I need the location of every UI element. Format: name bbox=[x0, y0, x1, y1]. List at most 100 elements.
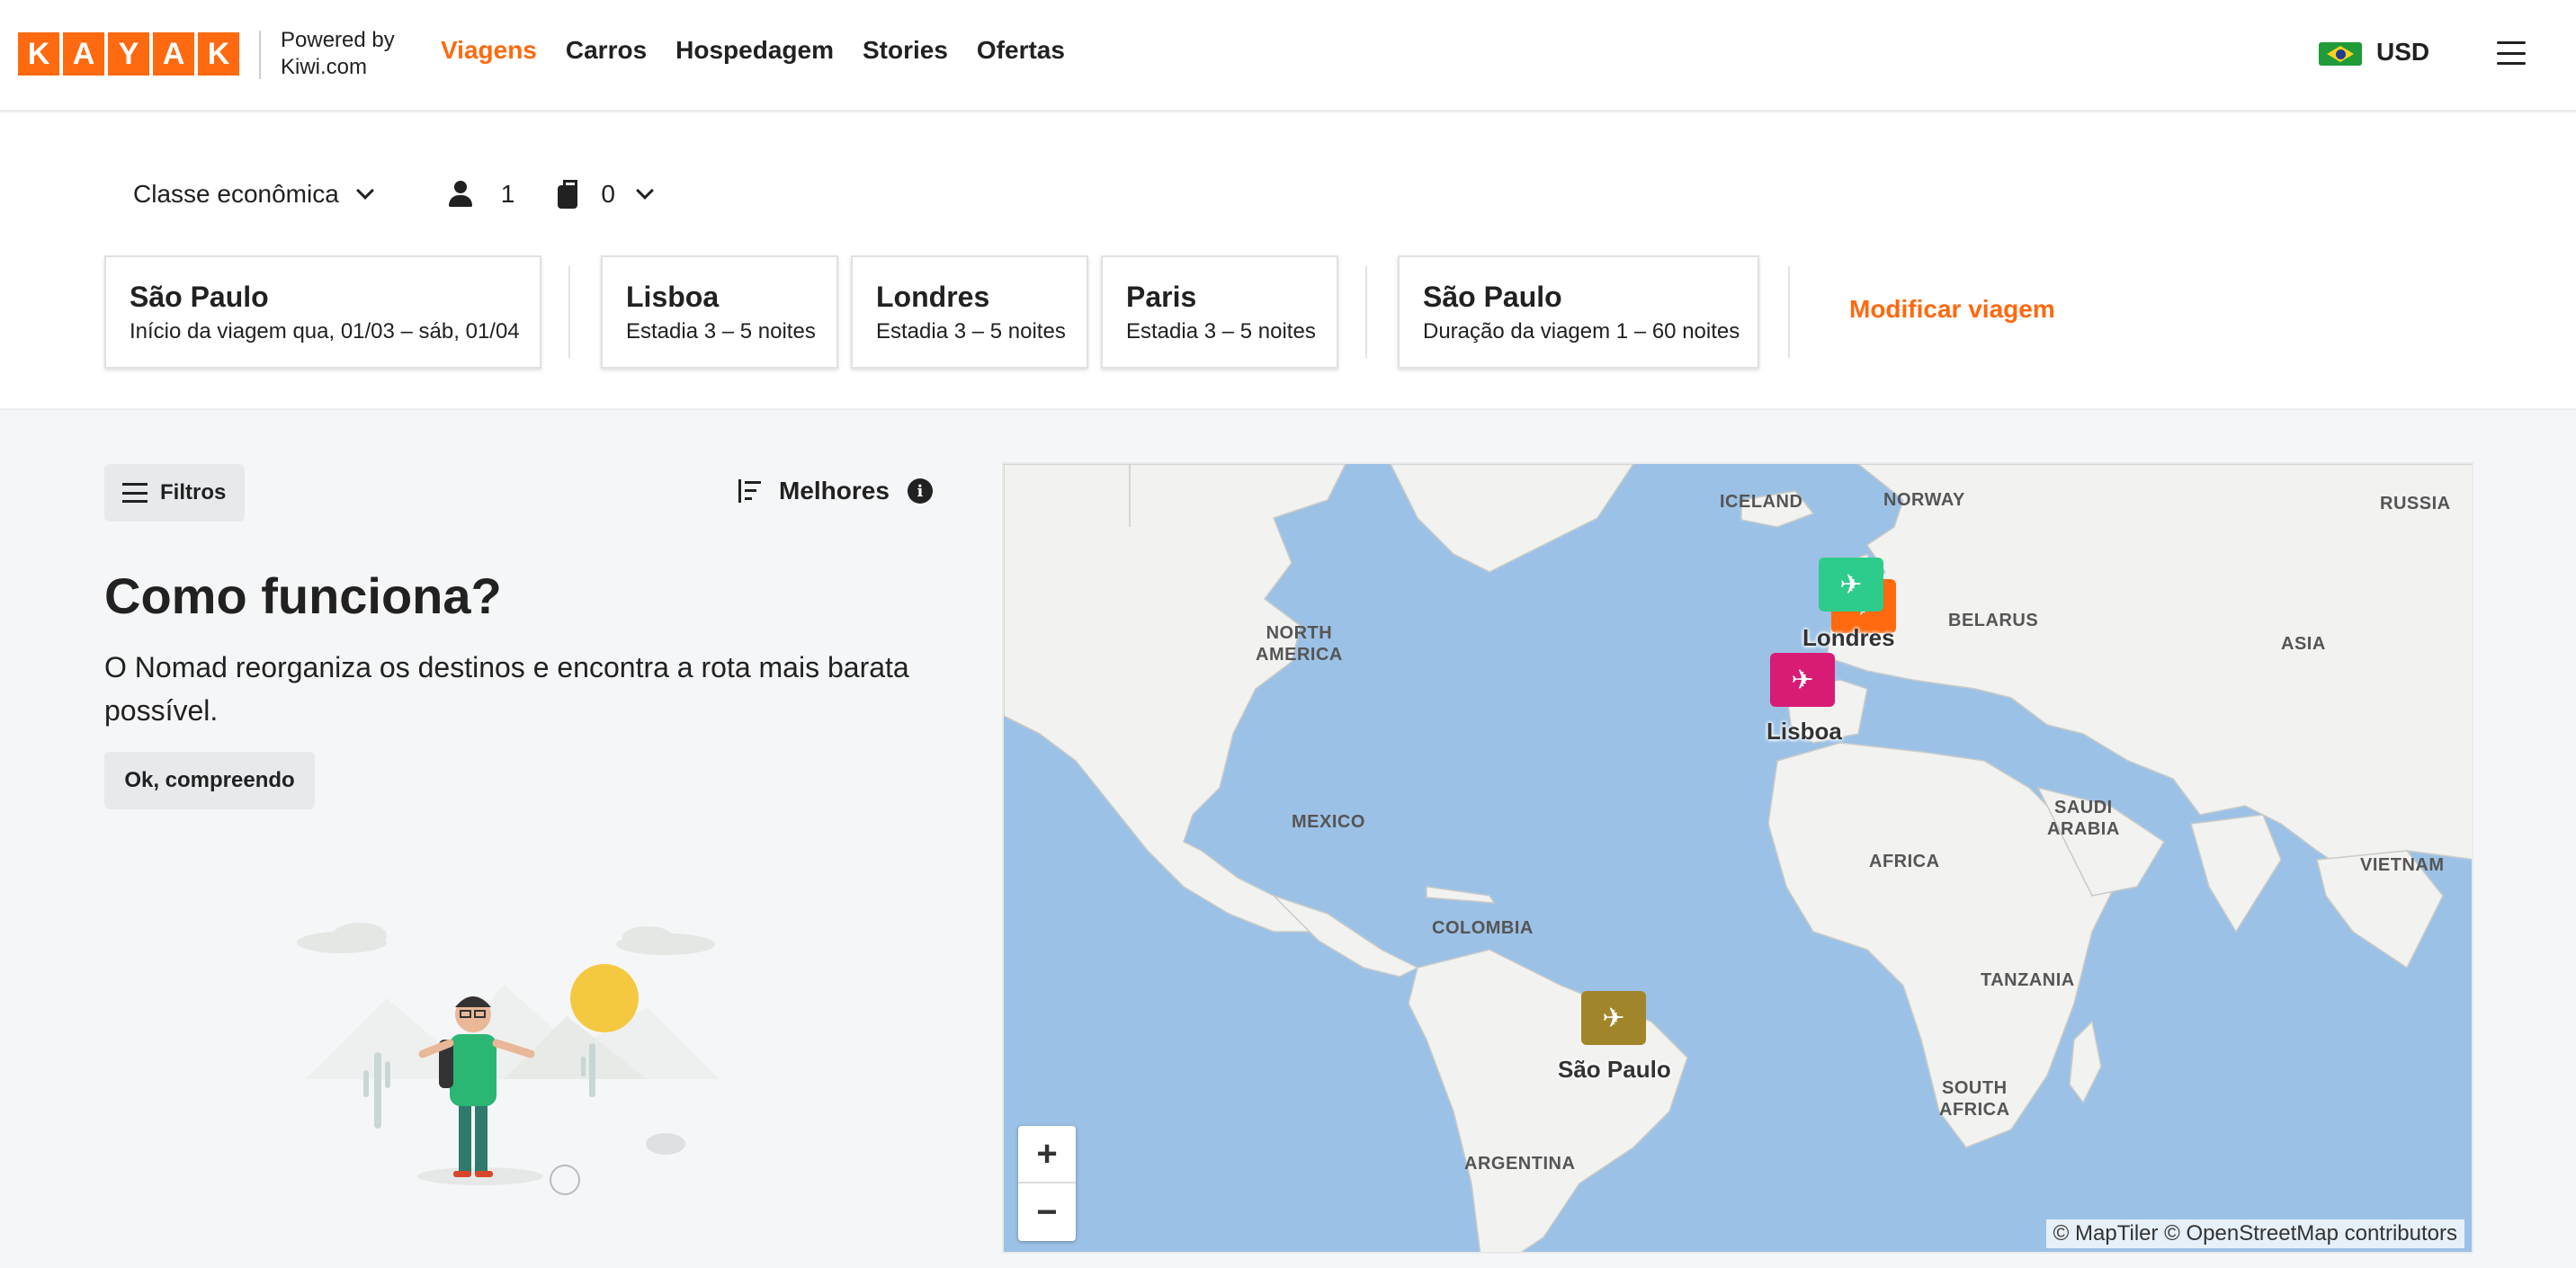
stop-detail: 3 – 5 noites bbox=[953, 319, 1066, 344]
info-icon[interactable]: i bbox=[907, 478, 933, 504]
map-attribution[interactable]: © MapTiler © OpenStreetMap contributors bbox=[2045, 1219, 2464, 1248]
search-options: Classe econômica 1 0 bbox=[133, 180, 654, 209]
logo-letter: Y bbox=[108, 32, 149, 76]
divider bbox=[1365, 266, 1367, 358]
map-label-russia: RUSSIA bbox=[2380, 494, 2451, 513]
map-label-line: ARABIA bbox=[2047, 819, 2120, 839]
map-label-saudi-arabia: SAUDI ARABIA bbox=[2047, 797, 2120, 840]
map-pin-lisboa[interactable]: ✈ bbox=[1770, 653, 1835, 707]
search-section: Classe econômica 1 0 São Paulo Início da… bbox=[0, 113, 2576, 410]
modify-trip-link[interactable]: Modificar viagem bbox=[1849, 295, 2055, 324]
filters-button[interactable]: Filtros bbox=[104, 464, 245, 522]
plane-icon: ✈ bbox=[1839, 569, 1863, 600]
stop-city: Lisboa bbox=[626, 281, 720, 313]
traveler-illustration bbox=[297, 923, 720, 1195]
powered-by: Powered by Kiwi.com bbox=[281, 27, 395, 81]
map-pin-label-londres: Londres bbox=[1802, 624, 1895, 651]
stop-detail: 1 – 60 noites bbox=[1615, 319, 1740, 344]
map-label-argentina: ARGENTINA bbox=[1464, 1154, 1576, 1174]
how-it-works-text: O Nomad reorganiza os destinos e encontr… bbox=[104, 651, 909, 727]
map-label-line: AFRICA bbox=[1939, 1100, 2010, 1120]
sort-label: Melhores bbox=[779, 477, 890, 505]
nav-item-stories[interactable]: Stories bbox=[863, 36, 948, 65]
logo-divider bbox=[259, 31, 261, 79]
chevron-down-icon bbox=[636, 182, 654, 200]
nav-item-viagens[interactable]: Viagens bbox=[441, 36, 537, 65]
top-header: K A Y A K Powered by Kiwi.com Viagens Ca… bbox=[0, 0, 2576, 112]
map-pin-sao-paulo[interactable]: ✈ bbox=[1581, 991, 1646, 1045]
filters-label: Filtros bbox=[160, 480, 227, 505]
map-label-south-africa: SOUTH AFRICA bbox=[1939, 1077, 2010, 1121]
map-label-africa: AFRICA bbox=[1869, 852, 1940, 871]
map-label-line: SAUDI bbox=[2054, 798, 2113, 817]
stop-detail: qua, 01/03 – sáb, 01/04 bbox=[292, 319, 520, 344]
cabin-class-label: Classe econômica bbox=[133, 180, 339, 208]
map-label-line: SOUTH bbox=[1942, 1078, 2008, 1098]
trip-start-card[interactable]: São Paulo Início da viagem qua, 01/03 – … bbox=[104, 255, 541, 369]
logo-letter: K bbox=[18, 32, 59, 76]
stop-label: Início da viagem bbox=[130, 319, 287, 344]
ok-understand-button[interactable]: Ok, compreendo bbox=[104, 752, 315, 809]
plane-icon: ✈ bbox=[1602, 1003, 1625, 1033]
kayak-logo[interactable]: K A Y A K bbox=[18, 32, 239, 76]
map-label-asia: ASIA bbox=[2281, 634, 2326, 654]
world-map[interactable]: ICELAND NORWAY RUSSIA NORTH AMERICA BELAR… bbox=[1002, 462, 2473, 1254]
stop-card-lisboa[interactable]: Lisboa Estadia 3 – 5 noites bbox=[601, 255, 838, 369]
map-pin-label-sao-paulo: São Paulo bbox=[1558, 1056, 1671, 1083]
map-label-tanzania: TANZANIA bbox=[1981, 970, 2075, 990]
stop-card-paris[interactable]: Paris Estadia 3 – 5 noites bbox=[1101, 255, 1338, 369]
zoom-out-button[interactable]: − bbox=[1018, 1183, 1076, 1241]
stop-label: Estadia bbox=[876, 319, 949, 344]
stop-label: Estadia bbox=[626, 319, 699, 344]
chevron-down-icon bbox=[355, 182, 374, 200]
plane-icon: ✈ bbox=[1791, 665, 1814, 695]
zoom-in-button[interactable]: + bbox=[1018, 1126, 1076, 1183]
map-label-mexico: MEXICO bbox=[1292, 812, 1365, 832]
stop-detail: 3 – 5 noites bbox=[1203, 319, 1316, 344]
passenger-selector[interactable]: 1 bbox=[447, 180, 515, 209]
stop-card-londres[interactable]: Londres Estadia 3 – 5 noites bbox=[851, 255, 1088, 369]
map-label-north-america: NORTH AMERICA bbox=[1256, 622, 1343, 665]
filters-icon bbox=[122, 483, 148, 503]
powered-by-line1: Powered by bbox=[281, 28, 395, 52]
map-label-line: NORTH bbox=[1266, 623, 1333, 643]
stop-detail: 3 – 5 noites bbox=[703, 319, 816, 344]
logo-letter: A bbox=[153, 32, 194, 76]
luggage-icon bbox=[558, 180, 578, 209]
bags-selector[interactable]: 0 bbox=[558, 180, 654, 209]
divider bbox=[568, 266, 570, 358]
map-label-belarus: BELARUS bbox=[1948, 611, 2039, 630]
passenger-count: 1 bbox=[500, 180, 515, 208]
nav-item-hospedagem[interactable]: Hospedagem bbox=[675, 36, 834, 65]
stop-label: Estadia bbox=[1126, 319, 1199, 344]
divider bbox=[1788, 266, 1790, 358]
hamburger-menu-icon[interactable] bbox=[2497, 41, 2526, 65]
nav-item-ofertas[interactable]: Ofertas bbox=[977, 36, 1065, 65]
map-label-line: AMERICA bbox=[1256, 645, 1343, 665]
stop-city: São Paulo bbox=[130, 281, 269, 313]
map-label-vietnam: VIETNAM bbox=[2360, 855, 2445, 875]
map-land-layer bbox=[1004, 464, 2472, 1252]
sort-icon bbox=[738, 479, 761, 503]
map-label-colombia: COLOMBIA bbox=[1432, 918, 1534, 938]
sort-selector[interactable]: Melhores i bbox=[738, 477, 933, 505]
logo-letter: K bbox=[198, 32, 239, 76]
cabin-class-dropdown[interactable]: Classe econômica bbox=[133, 180, 374, 209]
currency-selector[interactable]: USD bbox=[2376, 38, 2429, 67]
map-pin-paris[interactable]: ✈ bbox=[1819, 558, 1883, 612]
stop-label: Duração da viagem bbox=[1423, 319, 1611, 344]
person-icon bbox=[447, 181, 478, 208]
main-nav: Viagens Carros Hospedagem Stories Oferta… bbox=[441, 36, 1065, 65]
map-pin-label-lisboa: Lisboa bbox=[1767, 718, 1842, 745]
map-zoom-control: + − bbox=[1018, 1126, 1076, 1241]
bags-count: 0 bbox=[601, 180, 615, 208]
how-it-works-title: Como funciona? bbox=[104, 567, 502, 624]
powered-by-line2: Kiwi.com bbox=[281, 55, 368, 79]
stop-city: Paris bbox=[1126, 281, 1197, 313]
stop-city: Londres bbox=[876, 281, 990, 313]
trip-end-card[interactable]: São Paulo Duração da viagem 1 – 60 noite… bbox=[1398, 255, 1759, 369]
brazil-flag-icon[interactable] bbox=[2319, 42, 2362, 66]
nav-item-carros[interactable]: Carros bbox=[566, 36, 647, 65]
map-label-iceland: ICELAND bbox=[1720, 492, 1803, 512]
stop-city: São Paulo bbox=[1423, 281, 1562, 313]
